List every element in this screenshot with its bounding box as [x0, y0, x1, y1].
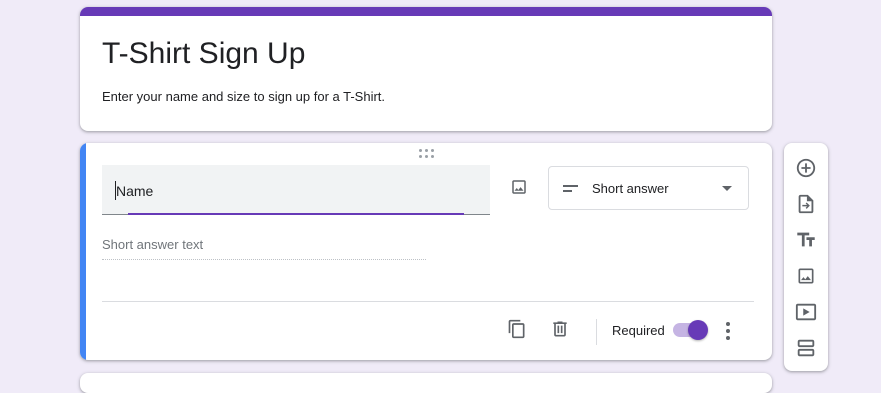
add-section-icon[interactable] — [794, 336, 818, 360]
question-type-dropdown[interactable]: Short answer — [548, 166, 749, 210]
floating-toolbar — [784, 143, 828, 371]
question-title-text: Name — [116, 183, 154, 199]
copy-icon[interactable] — [506, 318, 528, 340]
required-label: Required — [612, 323, 665, 338]
toggle-thumb — [688, 320, 708, 340]
footer-divider — [102, 301, 754, 302]
form-title[interactable]: T-Shirt Sign Up — [102, 37, 305, 71]
next-question-card[interactable] — [80, 373, 772, 393]
add-question-icon[interactable] — [794, 156, 818, 180]
add-title-icon[interactable] — [794, 228, 818, 252]
form-header-card: T-Shirt Sign Up Enter your name and size… — [80, 7, 772, 131]
required-toggle[interactable] — [673, 320, 708, 340]
short-answer-placeholder: Short answer text — [102, 237, 426, 260]
active-accent-bar — [80, 143, 86, 360]
question-type-label: Short answer — [592, 181, 669, 196]
more-vert-icon[interactable] — [718, 320, 738, 342]
add-video-icon[interactable] — [794, 300, 818, 324]
trash-icon[interactable] — [549, 318, 571, 340]
focus-underline — [128, 213, 464, 215]
drag-handle-icon[interactable] — [419, 149, 435, 159]
image-icon[interactable] — [508, 176, 530, 198]
question-title-input[interactable]: Name — [102, 165, 490, 215]
theme-bar — [80, 7, 772, 16]
dropdown-arrow-icon — [722, 186, 732, 191]
short-text-icon — [563, 182, 579, 200]
import-questions-icon[interactable] — [794, 192, 818, 216]
add-image-icon[interactable] — [794, 264, 818, 288]
footer-separator — [596, 319, 597, 345]
question-card[interactable]: Name Short answer Short answer text Requ… — [80, 143, 772, 360]
form-description[interactable]: Enter your name and size to sign up for … — [102, 89, 385, 104]
